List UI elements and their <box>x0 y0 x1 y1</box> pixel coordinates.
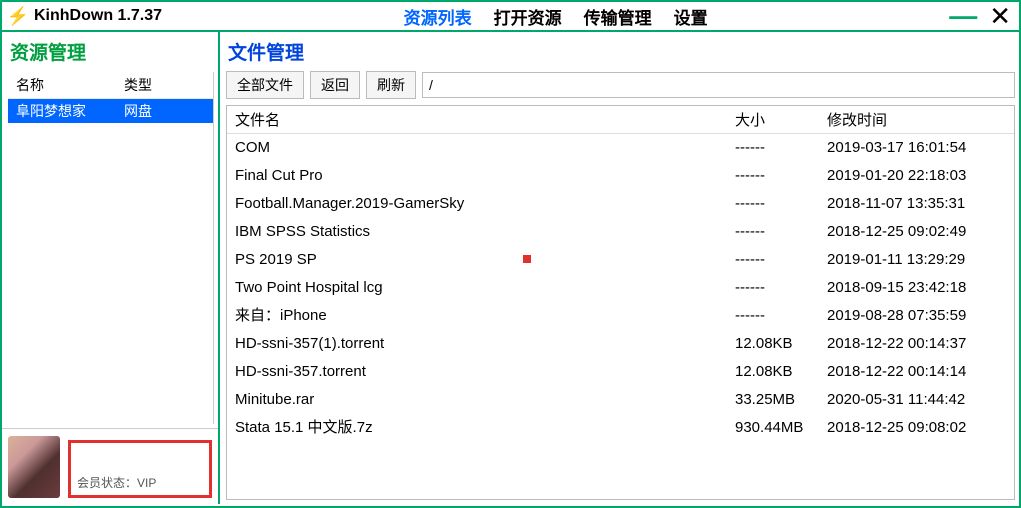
cell-size: ------ <box>735 221 827 243</box>
titlebar: ⚡ KinhDown 1.7.37 资源列表 打开资源 传输管理 设置 — ✕ <box>2 2 1019 32</box>
cell-name: HD-ssni-357(1).torrent <box>235 333 735 355</box>
cell-mtime: 2018-11-07 13:35:31 <box>827 193 1006 215</box>
cell-size: 930.44MB <box>735 417 827 439</box>
table-row[interactable]: HD-ssni-357.torrent12.08KB2018-12-22 00:… <box>227 358 1014 386</box>
sidebar-footer: 会员状态：VIP <box>2 428 218 504</box>
cell-mtime: 2018-12-22 00:14:37 <box>827 333 1006 355</box>
cell-name: Stata 15.1 中文版.7z <box>235 417 735 439</box>
cell-name: HD-ssni-357.torrent <box>235 361 735 383</box>
nav-transfer-manage[interactable]: 传输管理 <box>584 4 652 29</box>
table-row[interactable]: COM------2019-03-17 16:01:54 <box>227 134 1014 162</box>
table-row[interactable]: Minitube.rar33.25MB2020-05-31 11:44:42 <box>227 386 1014 414</box>
toolbar: 全部文件 返回 刷新 <box>226 71 1015 99</box>
sidebar-row-type: 网盘 <box>124 101 205 121</box>
cell-mtime: 2018-12-25 09:08:02 <box>827 417 1006 439</box>
cell-name: Minitube.rar <box>235 389 735 411</box>
table-row[interactable]: IBM SPSS Statistics------2018-12-25 09:0… <box>227 218 1014 246</box>
sidebar-row-name: 阜阳梦想家 <box>16 101 124 121</box>
cell-mtime: 2019-08-28 07:35:59 <box>827 305 1006 327</box>
close-icon[interactable]: ✕ <box>989 4 1011 28</box>
back-button[interactable]: 返回 <box>310 71 360 99</box>
refresh-button[interactable]: 刷新 <box>366 71 416 99</box>
cell-size: 33.25MB <box>735 389 827 411</box>
path-input[interactable] <box>422 72 1015 98</box>
cell-name: COM <box>235 137 735 159</box>
sidebar-col-type: 类型 <box>124 75 205 95</box>
cell-size: 12.08KB <box>735 361 827 383</box>
all-files-button[interactable]: 全部文件 <box>226 71 304 99</box>
sidebar-col-name: 名称 <box>16 75 124 95</box>
nav-open-resource[interactable]: 打开资源 <box>494 4 562 29</box>
main-nav: 资源列表 打开资源 传输管理 设置 <box>404 4 708 29</box>
cell-mtime: 2018-12-25 09:02:49 <box>827 221 1006 243</box>
table-header: 文件名 大小 修改时间 <box>227 106 1014 134</box>
table-row[interactable]: Football.Manager.2019-GamerSky------2018… <box>227 190 1014 218</box>
cell-mtime: 2020-05-31 11:44:42 <box>827 389 1006 411</box>
table-row[interactable]: Final Cut Pro------2019-01-20 22:18:03 <box>227 162 1014 190</box>
table-row[interactable]: 来自：iPhone------2019-08-28 07:35:59 <box>227 302 1014 330</box>
main-title: 文件管理 <box>226 32 1015 71</box>
cell-name: 来自：iPhone <box>235 305 735 327</box>
cell-size: ------ <box>735 277 827 299</box>
nav-settings[interactable]: 设置 <box>674 4 708 29</box>
main-panel: 文件管理 全部文件 返回 刷新 文件名 大小 修改时间 COM------201… <box>220 32 1019 504</box>
sidebar-list: 名称 类型 阜阳梦想家 网盘 <box>8 72 214 424</box>
vip-status-box: 会员状态：VIP <box>68 440 212 498</box>
cell-size: ------ <box>735 305 827 327</box>
cell-mtime: 2019-01-11 13:29:29 <box>827 249 1006 271</box>
marker-icon <box>523 255 531 263</box>
cell-mtime: 2019-01-20 22:18:03 <box>827 165 1006 187</box>
col-size: 大小 <box>735 109 827 130</box>
sidebar-title: 资源管理 <box>2 32 218 68</box>
app-logo-icon: ⚡ <box>8 6 28 26</box>
user-avatar-icon <box>8 436 60 498</box>
cell-size: 12.08KB <box>735 333 827 355</box>
col-mtime: 修改时间 <box>827 109 1006 130</box>
table-row[interactable]: PS 2019 SP------2019-01-11 13:29:29 <box>227 246 1014 274</box>
nav-resource-list[interactable]: 资源列表 <box>404 4 472 29</box>
vip-status-label: 会员状态：VIP <box>77 474 156 491</box>
cell-name: Two Point Hospital lcg <box>235 277 735 299</box>
app-title: KinhDown 1.7.37 <box>34 7 162 25</box>
cell-mtime: 2019-03-17 16:01:54 <box>827 137 1006 159</box>
sidebar: 资源管理 名称 类型 阜阳梦想家 网盘 会员状态：VIP <box>2 32 220 504</box>
cell-mtime: 2018-12-22 00:14:14 <box>827 361 1006 383</box>
table-row[interactable]: Two Point Hospital lcg------2018-09-15 2… <box>227 274 1014 302</box>
file-table: 文件名 大小 修改时间 COM------2019-03-17 16:01:54… <box>226 105 1015 500</box>
cell-name: Football.Manager.2019-GamerSky <box>235 193 735 215</box>
sidebar-header: 名称 类型 <box>8 72 213 99</box>
table-row[interactable]: Stata 15.1 中文版.7z930.44MB2018-12-25 09:0… <box>227 414 1014 442</box>
cell-size: ------ <box>735 137 827 159</box>
table-body: COM------2019-03-17 16:01:54Final Cut Pr… <box>227 134 1014 442</box>
cell-size: ------ <box>735 165 827 187</box>
cell-size: ------ <box>735 249 827 271</box>
col-name: 文件名 <box>235 109 735 130</box>
sidebar-row[interactable]: 阜阳梦想家 网盘 <box>8 99 213 123</box>
cell-name: PS 2019 SP <box>235 249 735 271</box>
table-row[interactable]: HD-ssni-357(1).torrent12.08KB2018-12-22 … <box>227 330 1014 358</box>
window-controls: — ✕ <box>949 4 1013 28</box>
minimize-icon[interactable]: — <box>949 12 977 20</box>
cell-size: ------ <box>735 193 827 215</box>
cell-name: Final Cut Pro <box>235 165 735 187</box>
cell-name: IBM SPSS Statistics <box>235 221 735 243</box>
cell-mtime: 2018-09-15 23:42:18 <box>827 277 1006 299</box>
